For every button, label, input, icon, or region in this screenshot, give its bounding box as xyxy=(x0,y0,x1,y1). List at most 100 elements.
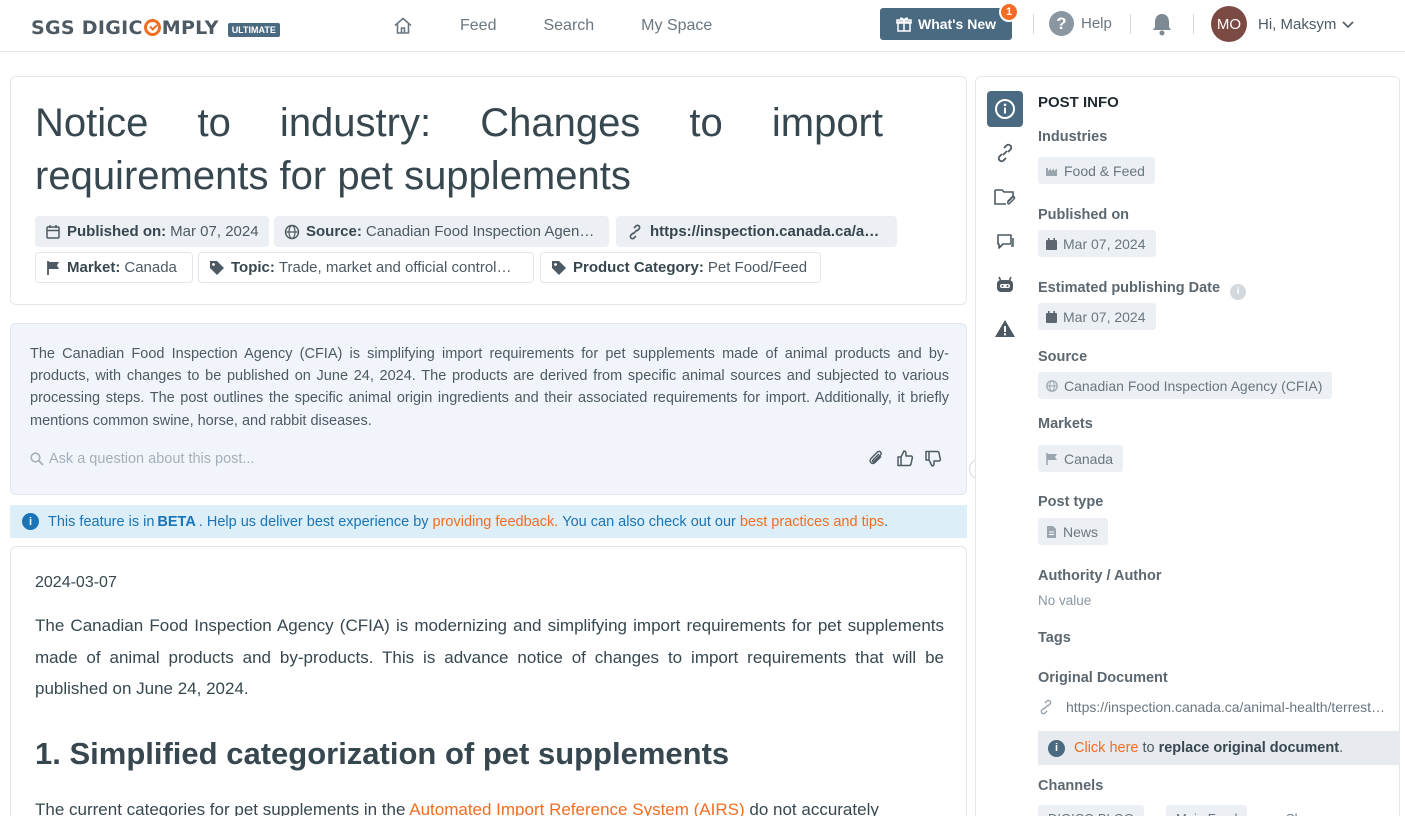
post-title: Notice to industry: Changes to import re… xyxy=(35,101,883,198)
post-type-tag: News xyxy=(1038,518,1109,545)
flag-icon xyxy=(47,260,59,275)
alerts-tab[interactable] xyxy=(987,311,1023,347)
ask-question-input[interactable]: Ask a question about this post... xyxy=(30,451,255,467)
calendar-icon xyxy=(46,224,60,239)
beta-text: . Help us deliver best experience by xyxy=(198,513,429,530)
avatar[interactable]: MO xyxy=(1211,6,1247,42)
whats-new-label: What's New xyxy=(917,16,996,32)
calendar-icon xyxy=(1046,310,1057,323)
link-icon xyxy=(997,143,1013,163)
folder-tab[interactable] xyxy=(987,179,1023,215)
logo-check-icon xyxy=(143,19,161,36)
industries-label: Industries xyxy=(1038,129,1108,145)
nav-item-my-space[interactable]: My Space xyxy=(641,17,712,35)
market-chip: Market: Canada xyxy=(35,252,193,283)
thumbs-up-icon[interactable] xyxy=(896,449,914,468)
document-icon xyxy=(1047,525,1056,538)
source-url-chip[interactable]: https://inspection.canada.ca/ani… xyxy=(616,216,897,247)
source-label: Source xyxy=(1038,349,1088,365)
post-type-label: Post type xyxy=(1038,494,1104,510)
help-button[interactable]: ? Help xyxy=(1049,11,1112,36)
published-tag: Mar 07, 2024 xyxy=(1038,230,1156,257)
link-icon xyxy=(629,224,641,239)
nav-item-search[interactable]: Search xyxy=(543,17,594,35)
source-tag[interactable]: Canadian Food Inspection Agency (CFIA) xyxy=(1038,372,1333,399)
post-date: 2024-03-07 xyxy=(35,574,117,591)
ai-summary-card: The Canadian Food Inspection Agency (CFI… xyxy=(10,323,967,495)
ask-placeholder: Ask a question about this post... xyxy=(49,451,255,467)
info-icon: i xyxy=(1048,739,1065,757)
robot-icon xyxy=(997,276,1013,292)
home-icon[interactable] xyxy=(393,16,413,36)
estimated-date-tag: Mar 07, 2024 xyxy=(1038,303,1156,330)
summary-actions xyxy=(867,449,942,468)
links-tab[interactable] xyxy=(987,135,1023,171)
plan-badge: ULTIMATE xyxy=(227,23,280,37)
globe-icon xyxy=(1046,379,1058,392)
published-label: Published on xyxy=(1038,207,1130,223)
channels-label: Channels xyxy=(1038,778,1104,794)
paperclip-icon[interactable] xyxy=(867,449,886,468)
post-header-card: Notice to industry: Changes to import re… xyxy=(10,76,967,305)
replace-document-notice: i Click here to replace original documen… xyxy=(1038,731,1400,765)
airs-link[interactable]: Automated Import Reference System (AIRS) xyxy=(409,800,744,816)
link-icon xyxy=(1040,699,1052,715)
divider xyxy=(1130,14,1131,34)
industries-tag: Food & Feed xyxy=(1038,157,1155,184)
globe-icon xyxy=(284,224,300,239)
info-icon xyxy=(995,99,1015,119)
beta-notice: i This feature is in BETA . Help us deli… xyxy=(10,505,967,538)
thumbs-down-icon[interactable] xyxy=(924,449,942,468)
original-document-link[interactable]: https://inspection.canada.ca/animal-heal… xyxy=(1038,699,1400,715)
panel-tabs xyxy=(987,91,1023,355)
bell-icon[interactable] xyxy=(1151,12,1173,36)
whats-new-button[interactable]: What's New 1 xyxy=(880,2,1019,40)
calendar-icon xyxy=(1046,237,1057,250)
original-document-label: Original Document xyxy=(1038,670,1168,686)
published-chip: Published on: Mar 07, 2024 xyxy=(35,216,269,247)
info-icon: i xyxy=(22,513,39,530)
beta-text: You can also check out our xyxy=(562,513,736,530)
click-here-link[interactable]: Click here xyxy=(1074,740,1138,756)
tags-label: Tags xyxy=(1038,630,1071,646)
beta-word: BETA xyxy=(157,513,196,530)
beta-text: This feature is in xyxy=(48,513,155,530)
post-info-panel: POST INFO Industries Food & Feed Publish… xyxy=(975,76,1400,816)
ai-assistant-tab[interactable] xyxy=(987,267,1023,303)
channel-tag[interactable]: DIGICO BLOG xyxy=(1038,805,1144,816)
user-menu[interactable]: Hi, Maksym xyxy=(1258,16,1354,33)
summary-text: The Canadian Food Inspection Agency (CFI… xyxy=(30,346,949,429)
info-tab[interactable] xyxy=(987,91,1023,127)
divider xyxy=(1033,14,1034,34)
notification-count-badge: 1 xyxy=(999,2,1019,22)
body-paragraph-2: The current categories for pet supplemen… xyxy=(35,800,944,816)
post-body-card: 2024-03-07 The Canadian Food Inspection … xyxy=(10,546,967,816)
tag-icon xyxy=(210,260,224,275)
folder-attachment-icon xyxy=(994,189,1016,205)
section-heading: 1. Simplified categorization of pet supp… xyxy=(35,736,730,771)
gift-icon xyxy=(896,17,912,32)
tag-icon xyxy=(552,260,566,275)
tips-link[interactable]: best practices and tips xyxy=(740,514,884,530)
main-nav: Feed Search My Space xyxy=(393,16,759,36)
comments-tab[interactable] xyxy=(987,223,1023,259)
body-paragraph: The Canadian Food Inspection Agency (CFI… xyxy=(35,616,944,698)
source-chip[interactable]: Source: Canadian Food Inspection Agen… xyxy=(274,216,609,247)
markets-label: Markets xyxy=(1038,416,1093,432)
author-label: Authority / Author xyxy=(1038,568,1162,584)
logo-text: SGS DIGIC MPLY xyxy=(31,17,219,39)
chevron-down-icon xyxy=(1342,20,1354,28)
top-navigation-bar: SGS DIGIC MPLY ULTIMATE Feed Search My Sp… xyxy=(0,0,1405,52)
estimated-date-label: Estimated publishing Date i xyxy=(1038,280,1247,300)
channel-tag[interactable]: Main Feed xyxy=(1166,805,1248,816)
divider xyxy=(1193,14,1194,34)
search-icon xyxy=(30,452,44,466)
factory-icon xyxy=(1046,168,1057,176)
feedback-link[interactable]: providing feedback. xyxy=(433,514,559,530)
product-category-chip: Product Category: Pet Food/Feed xyxy=(540,252,821,283)
channel-tag[interactable]: Share… xyxy=(1276,805,1344,816)
nav-item-feed[interactable]: Feed xyxy=(460,17,496,35)
app-logo[interactable]: SGS DIGIC MPLY ULTIMATE xyxy=(31,17,280,39)
info-icon[interactable]: i xyxy=(1230,283,1247,300)
greeting-label: Hi, Maksym xyxy=(1258,16,1337,33)
